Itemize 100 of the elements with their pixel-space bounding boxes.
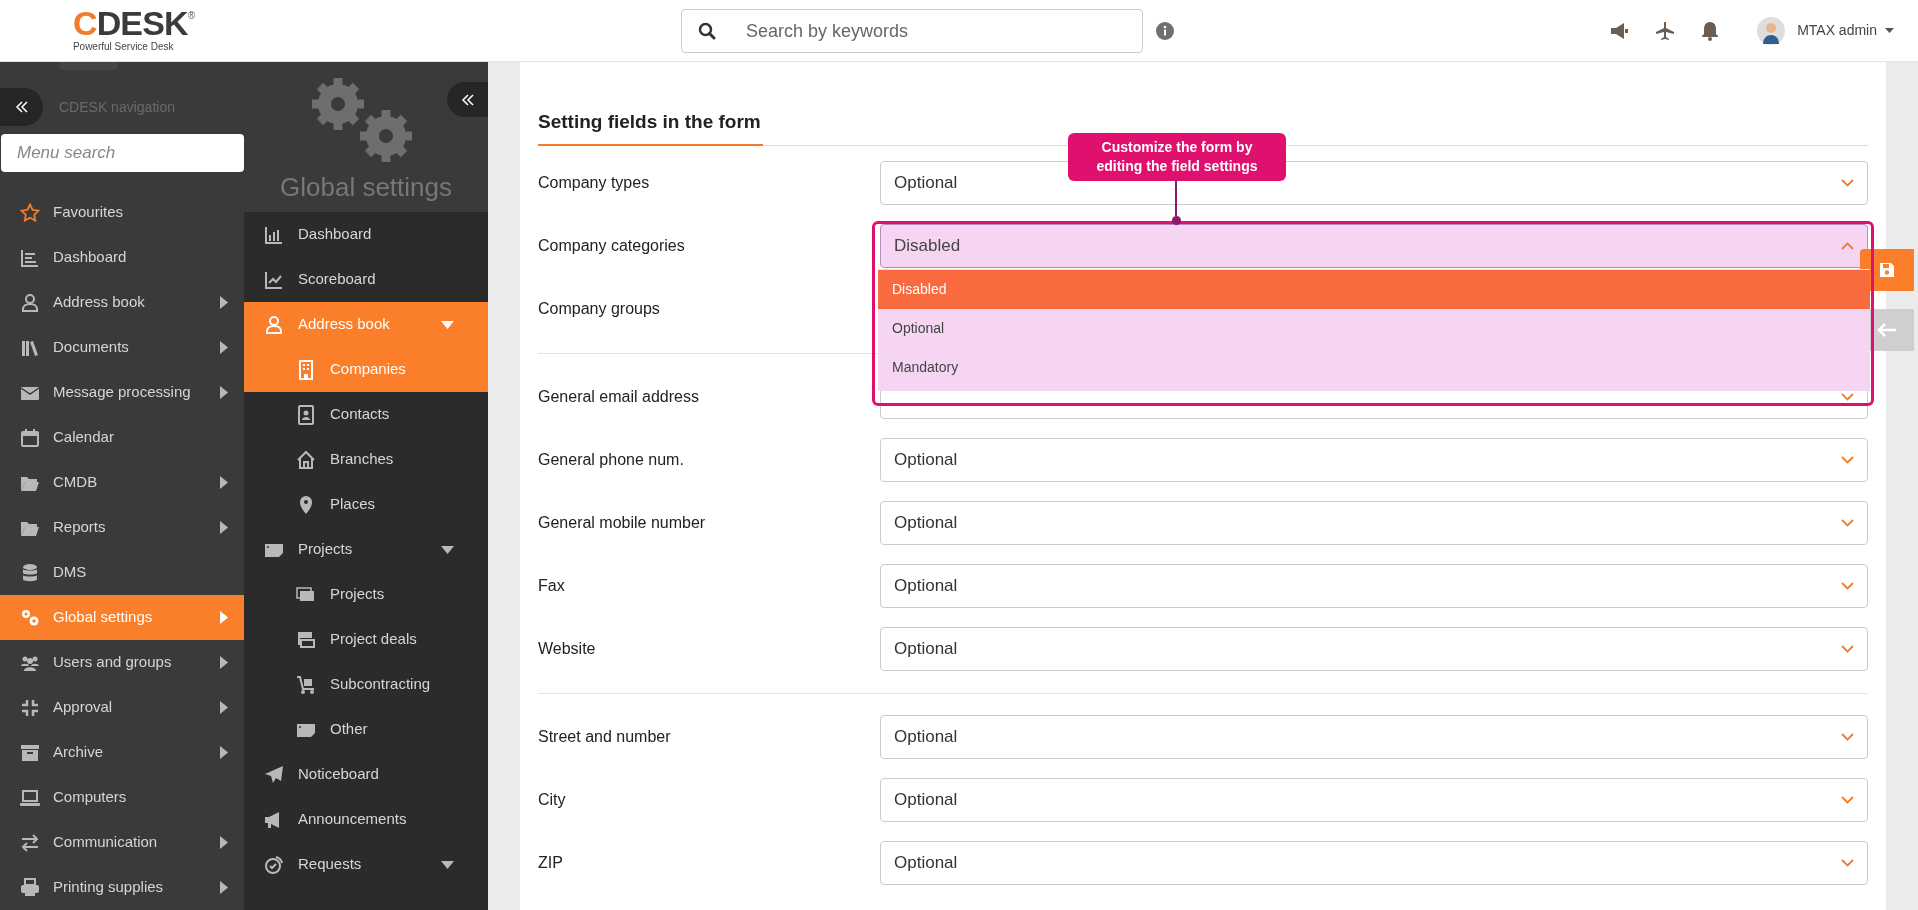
- nav-item[interactable]: Message processing: [0, 370, 244, 415]
- person-icon: [264, 314, 284, 335]
- field-label: City: [538, 790, 567, 810]
- registered-mark: ®: [187, 8, 196, 21]
- field-label: Company groups: [538, 299, 661, 319]
- caret-icon: [1885, 28, 1894, 33]
- house-icon: [296, 449, 316, 470]
- select-field[interactable]: Optional: [880, 438, 1868, 482]
- select-field[interactable]: Optional: [880, 564, 1868, 608]
- deal-icon: [296, 629, 316, 650]
- field-label: Website: [538, 639, 597, 659]
- nav-item[interactable]: Favourites: [0, 190, 244, 235]
- chevron-down-icon: [1841, 456, 1854, 464]
- tagline: Powerful Service Desk: [72, 39, 174, 54]
- bar-list-icon: [20, 247, 40, 268]
- arrows-icon: [20, 832, 40, 853]
- panel-item[interactable]: Dashboard: [244, 212, 488, 257]
- chevron-down-icon: [1841, 179, 1854, 187]
- nav-item[interactable]: CMDB: [0, 460, 244, 505]
- field-label: ZIP: [538, 853, 564, 873]
- field-label: General phone num.: [538, 450, 685, 470]
- field-label: Street and number: [538, 727, 672, 747]
- logo: CDESK: [72, 7, 188, 38]
- chevron-down-icon: [1841, 393, 1854, 401]
- airplane-icon[interactable]: [1655, 20, 1676, 41]
- dropdown-option[interactable]: Optional: [878, 308, 1870, 348]
- nav-item[interactable]: Users and groups: [0, 640, 244, 685]
- contact-card-icon: [296, 404, 316, 425]
- panel-subitem[interactable]: Projects: [244, 572, 488, 617]
- panel-subitem[interactable]: Other: [244, 707, 488, 752]
- field-label: Fax: [538, 576, 566, 596]
- double-chevron-icon: [460, 93, 475, 106]
- arrow-left-icon: [1877, 323, 1897, 337]
- nav-item[interactable]: Approval: [0, 685, 244, 730]
- hand-truck-icon: [296, 674, 316, 695]
- panel-item[interactable]: Announcements: [244, 797, 488, 842]
- collapse-button[interactable]: [447, 82, 488, 117]
- nav-item[interactable]: Calendar: [0, 415, 244, 460]
- nav-item[interactable]: Dashboard: [0, 235, 244, 280]
- field-label: Company types: [538, 173, 651, 193]
- chevron-up-icon: [1841, 242, 1854, 250]
- tooltip: Customize the form by editing the field settings: [1068, 132, 1286, 181]
- search-icon: [698, 22, 716, 40]
- select-field[interactable]: Optional: [880, 778, 1868, 822]
- panel-item[interactable]: Noticeboard: [244, 752, 488, 797]
- search-field[interactable]: Search by keywords: [681, 9, 1143, 53]
- panel-title: Global settings: [280, 171, 452, 204]
- person-icon: [20, 292, 40, 313]
- chevron-down-icon: [1841, 582, 1854, 590]
- field-label: General email address: [538, 387, 700, 407]
- select-field[interactable]: Disabled: [880, 224, 1868, 268]
- bar-chart-icon: [264, 224, 284, 245]
- leader-line: [1171, 179, 1181, 225]
- nav-item[interactable]: DMS: [0, 550, 244, 595]
- panel-item[interactable]: Requests: [244, 842, 488, 887]
- line-chart-icon: [264, 269, 284, 290]
- info-icon[interactable]: [1155, 21, 1175, 41]
- nav-item[interactable]: Computers: [0, 775, 244, 820]
- chevron-down-icon: [1841, 519, 1854, 527]
- database-icon: [20, 562, 40, 583]
- field-label: Company categories: [538, 236, 686, 256]
- panel-subitem[interactable]: Places: [244, 482, 488, 527]
- calendar-icon: [20, 427, 40, 448]
- panel-item[interactable]: Scoreboard: [244, 257, 488, 302]
- compress-icon: [20, 697, 40, 718]
- panel-subitem[interactable]: Subcontracting: [244, 662, 488, 707]
- field-label: General mobile number: [538, 513, 707, 533]
- panel-subitem[interactable]: Project deals: [244, 617, 488, 662]
- nav-item[interactable]: Printing supplies: [0, 865, 244, 910]
- nav-item[interactable]: Documents: [0, 325, 244, 370]
- laptop-icon: [20, 787, 40, 808]
- nav-item[interactable]: Archive: [0, 730, 244, 775]
- bell-icon[interactable]: [1701, 20, 1720, 41]
- chevron-down-icon: [1841, 796, 1854, 804]
- panel-item[interactable]: Projects: [244, 527, 488, 572]
- panel-subitem[interactable]: Branches: [244, 437, 488, 482]
- chevron-down-icon: [1841, 859, 1854, 867]
- panel-subitem[interactable]: Contacts: [244, 392, 488, 437]
- user-menu[interactable]: MTAX admin: [1797, 20, 1894, 41]
- check-circle-icon: [264, 854, 284, 875]
- select-field[interactable]: Optional: [880, 715, 1868, 759]
- archive-box-icon: [20, 742, 40, 763]
- handle-tab[interactable]: [59, 62, 118, 70]
- select-field[interactable]: Optional: [880, 501, 1868, 545]
- menu-search-field[interactable]: Menu search: [1, 134, 244, 172]
- form-title: Setting fields in the form: [538, 110, 762, 134]
- printer-icon: [20, 877, 40, 898]
- collapse-button[interactable]: [0, 88, 43, 126]
- select-field[interactable]: Optional: [880, 627, 1868, 671]
- nav-item[interactable]: Address book: [0, 280, 244, 325]
- star-icon: [20, 202, 40, 223]
- paper-plane-icon: [264, 764, 284, 785]
- nav-item[interactable]: Reports: [0, 505, 244, 550]
- select-field[interactable]: Optional: [880, 841, 1868, 885]
- chevron-down-icon: [1841, 733, 1854, 741]
- dropdown-option[interactable]: Mandatory: [878, 347, 1870, 387]
- double-chevron-icon: [14, 101, 29, 113]
- building-icon: [296, 359, 316, 380]
- avatar-icon[interactable]: [1757, 16, 1786, 45]
- nav-item[interactable]: Communication: [0, 820, 244, 865]
